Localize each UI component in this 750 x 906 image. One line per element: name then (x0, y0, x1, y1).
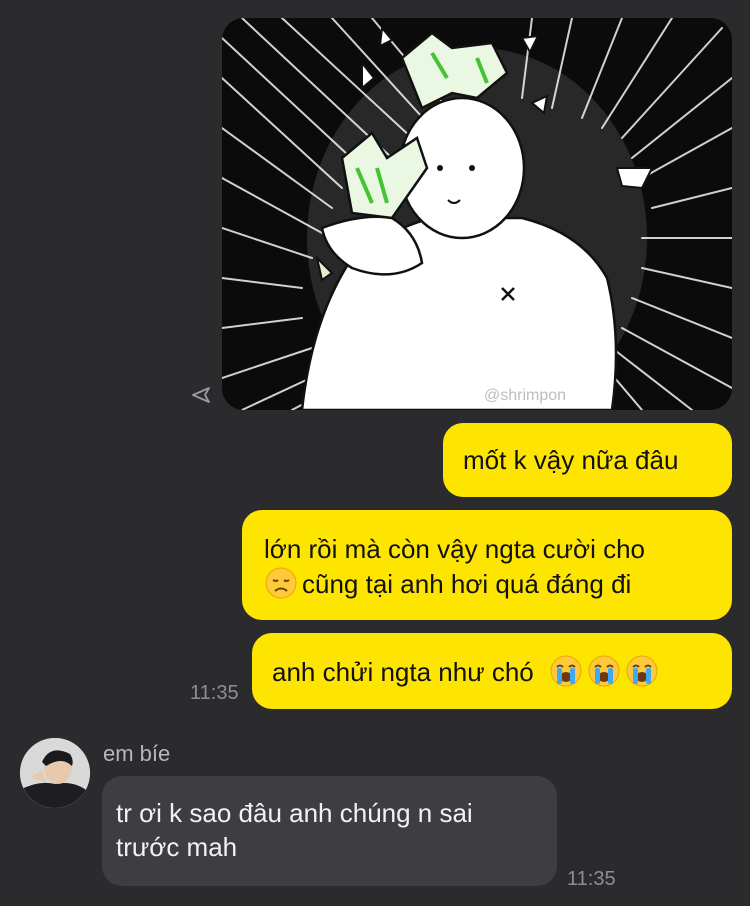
share-icon[interactable] (190, 384, 212, 406)
outgoing-message[interactable]: anh chửi ngta như chó (252, 633, 732, 709)
loudly-crying-face-emoji-icon (588, 655, 620, 687)
sender-name: em bíe (103, 741, 171, 766)
loudly-crying-face-emoji-icon (550, 655, 582, 687)
image-message[interactable]: @shrimpon (222, 18, 732, 410)
meme-image: @shrimpon (222, 18, 732, 410)
message-line: cũng tại anh hơi quá đáng đi (264, 566, 732, 601)
incoming-message[interactable]: tr ơi k sao đâu anh chúng n sai trước ma… (102, 776, 557, 886)
outgoing-message[interactable]: mốt k vậy nữa đâu (443, 423, 732, 497)
message-timestamp: 11:35 (190, 682, 239, 704)
loudly-crying-face-emoji-icon (626, 655, 658, 687)
chat-view: @shrimpon mốt k vậy nữa đâu lớn rồi mà c… (0, 0, 750, 906)
image-watermark: @shrimpon (484, 387, 566, 404)
outgoing-message[interactable]: lớn rồi mà còn vậy ngta cười cho cũng tạ… (242, 510, 732, 620)
message-text: lớn rồi mà còn vậy ngta cười cho (264, 534, 645, 564)
profile-photo (20, 738, 90, 808)
disappointed-face-emoji-icon (265, 567, 297, 599)
message-text: tr ơi k sao đâu anh chúng n sai trước ma… (116, 798, 473, 862)
message-text: anh chửi ngta như chó (272, 657, 534, 687)
avatar[interactable] (20, 738, 90, 808)
message-timestamp: 11:35 (567, 868, 616, 890)
message-text: mốt k vậy nữa đâu (463, 445, 679, 475)
message-text: cũng tại anh hơi quá đáng đi (302, 569, 632, 599)
